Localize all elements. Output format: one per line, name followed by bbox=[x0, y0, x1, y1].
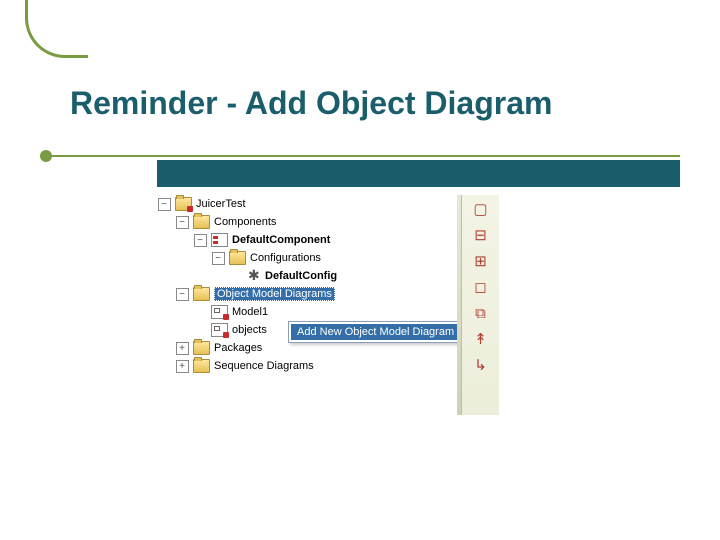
tree-node-defaultconfig[interactable]: DefaultConfig bbox=[157, 267, 457, 285]
tree-label: DefaultConfig bbox=[265, 270, 337, 282]
tree-label: Model1 bbox=[232, 306, 268, 318]
collapse-icon[interactable]: − bbox=[158, 198, 171, 211]
tree-label: DefaultComponent bbox=[232, 234, 330, 246]
collapse-icon[interactable]: − bbox=[194, 234, 207, 247]
decorative-curve bbox=[25, 0, 88, 58]
folder-icon bbox=[193, 287, 210, 301]
tree-label: objects bbox=[232, 324, 267, 336]
tool-grid-icon[interactable]: ⊞ bbox=[470, 251, 492, 271]
component-icon bbox=[211, 233, 228, 247]
tool-step-icon[interactable]: ↳ bbox=[470, 355, 492, 375]
tree-node-object-model-diagrams[interactable]: − Object Model Diagrams bbox=[157, 285, 457, 303]
expand-icon[interactable]: + bbox=[176, 360, 189, 373]
tree-label: Configurations bbox=[250, 252, 321, 264]
tree-label: Sequence Diagrams bbox=[214, 360, 314, 372]
diagram-icon bbox=[211, 323, 228, 337]
tool-copy-icon[interactable]: ⧉ bbox=[470, 303, 492, 323]
tool-box-icon[interactable]: ▢ bbox=[470, 199, 492, 219]
context-menu[interactable]: Add New Object Model Diagram bbox=[288, 321, 469, 343]
tool-up-icon[interactable]: ↟ bbox=[470, 329, 492, 349]
collapse-icon[interactable]: − bbox=[176, 216, 189, 229]
gear-icon bbox=[247, 269, 261, 283]
tree-label: Components bbox=[214, 216, 276, 228]
tree-label-selected: Object Model Diagrams bbox=[214, 287, 335, 301]
collapse-icon[interactable]: − bbox=[212, 252, 225, 265]
folder-icon bbox=[229, 251, 246, 265]
menu-item-add-new-diagram[interactable]: Add New Object Model Diagram bbox=[291, 324, 466, 340]
tree-node-juicertest[interactable]: − JuicerTest bbox=[157, 195, 457, 213]
title-bar bbox=[157, 160, 680, 187]
expand-icon[interactable]: + bbox=[176, 342, 189, 355]
tool-layout1-icon[interactable]: ⊟ bbox=[470, 225, 492, 245]
tree-node-components[interactable]: − Components bbox=[157, 213, 457, 231]
screenshot-panel: − JuicerTest − Components − DefaultCompo… bbox=[157, 195, 577, 425]
diagram-icon bbox=[211, 305, 228, 319]
collapse-icon[interactable]: − bbox=[176, 288, 189, 301]
tree-node-defaultcomponent[interactable]: − DefaultComponent bbox=[157, 231, 457, 249]
folder-icon bbox=[193, 215, 210, 229]
tree-node-sequence-diagrams[interactable]: + Sequence Diagrams bbox=[157, 357, 457, 375]
slide-title: Reminder - Add Object Diagram bbox=[70, 85, 552, 122]
tree-node-model1[interactable]: Model1 bbox=[157, 303, 457, 321]
vertical-toolbar: ▢ ⊟ ⊞ ◻ ⧉ ↟ ↳ bbox=[457, 195, 499, 415]
divider-line bbox=[40, 155, 680, 157]
tree-label: JuicerTest bbox=[196, 198, 246, 210]
tool-open-icon[interactable]: ◻ bbox=[470, 277, 492, 297]
tree-node-configurations[interactable]: − Configurations bbox=[157, 249, 457, 267]
project-folder-icon bbox=[175, 197, 192, 211]
tree-label: Packages bbox=[214, 342, 262, 354]
folder-icon bbox=[193, 359, 210, 373]
folder-icon bbox=[193, 341, 210, 355]
project-tree[interactable]: − JuicerTest − Components − DefaultCompo… bbox=[157, 195, 457, 375]
